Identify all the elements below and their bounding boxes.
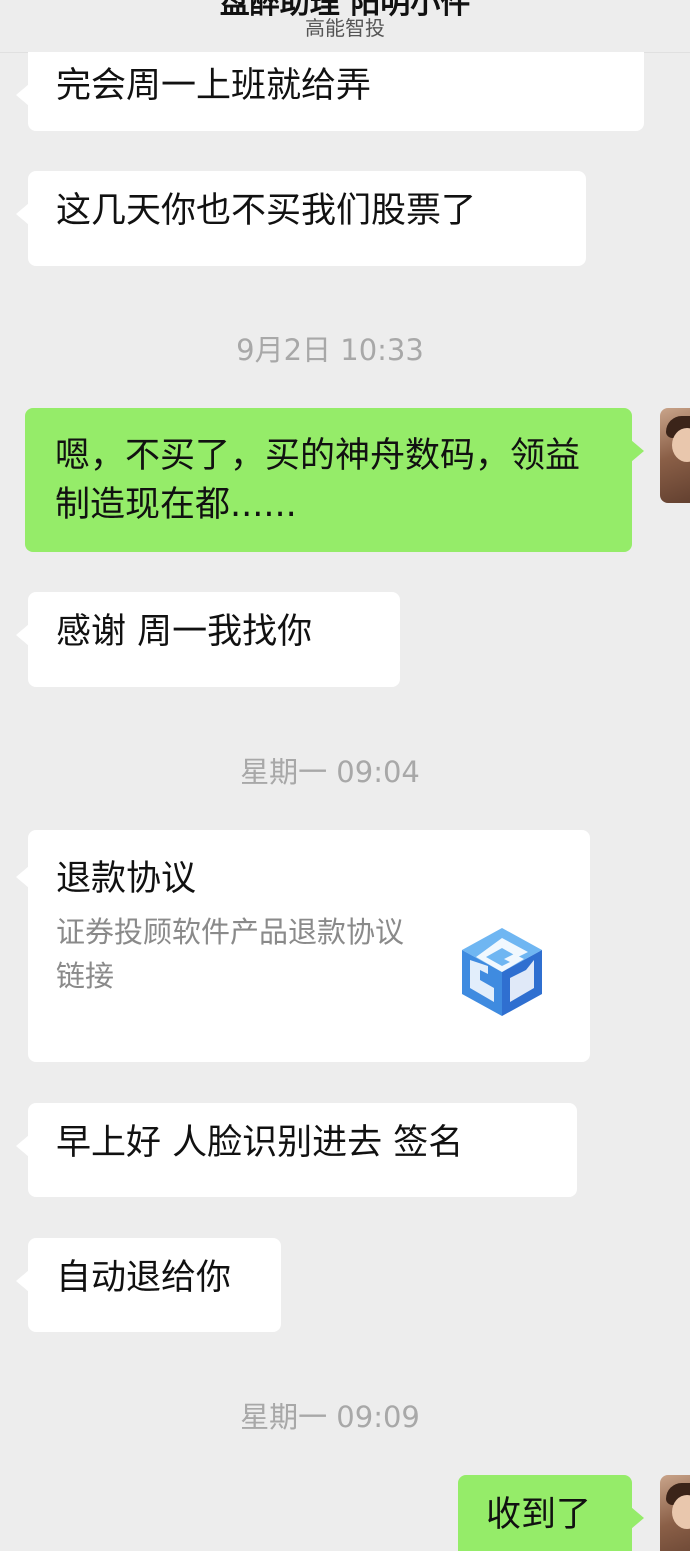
- message-text: 完会周一上班就给弄: [56, 66, 372, 106]
- chat-screen: 盘醉助理 阳明小件 高能智投 完会周一上班就给弄 这几天你也不买我们股票了 9月…: [0, 0, 690, 1551]
- timestamp: 星期一 09:09: [240, 1400, 420, 1434]
- message-bubble-outgoing[interactable]: 收到了: [458, 1475, 644, 1551]
- link-card-description: 证券投顾软件产品退款协议链接: [56, 915, 405, 993]
- message-bubble-outgoing[interactable]: 嗯，不买了，买的神舟数码，领益制造现在都......: [25, 408, 644, 552]
- message-text: 嗯，不买了，买的神舟数码，领益制造现在都......: [55, 436, 581, 525]
- message-text: 收到了: [486, 1495, 592, 1535]
- timestamp: 9月2日 10:33: [236, 333, 424, 367]
- message-text: 早上好 人脸识别进去 签名: [56, 1123, 464, 1163]
- link-card-title: 退款协议: [56, 859, 197, 899]
- user-avatar[interactable]: [660, 1475, 690, 1551]
- message-bubble-incoming[interactable]: 完会周一上班就给弄: [16, 52, 644, 131]
- user-avatar[interactable]: [660, 408, 690, 503]
- cube-logo-icon: [462, 928, 542, 1016]
- link-card-refund-agreement[interactable]: 退款协议 证券投顾软件产品退款协议链接: [16, 830, 590, 1062]
- message-bubble-incoming[interactable]: 早上好 人脸识别进去 签名: [16, 1103, 577, 1197]
- message-bubble-incoming[interactable]: 自动退给你: [16, 1238, 281, 1332]
- chat-header: 盘醉助理 阳明小件 高能智投: [0, 0, 690, 53]
- message-bubble-incoming[interactable]: 感谢 周一我找你: [16, 592, 400, 687]
- timestamp: 星期一 09:04: [240, 755, 420, 789]
- message-bubble-incoming[interactable]: 这几天你也不买我们股票了: [16, 171, 586, 266]
- chat-subtitle: 高能智投: [305, 16, 385, 40]
- message-text: 自动退给你: [56, 1258, 232, 1298]
- message-text: 这几天你也不买我们股票了: [56, 191, 477, 231]
- message-text: 感谢 周一我找你: [56, 612, 313, 652]
